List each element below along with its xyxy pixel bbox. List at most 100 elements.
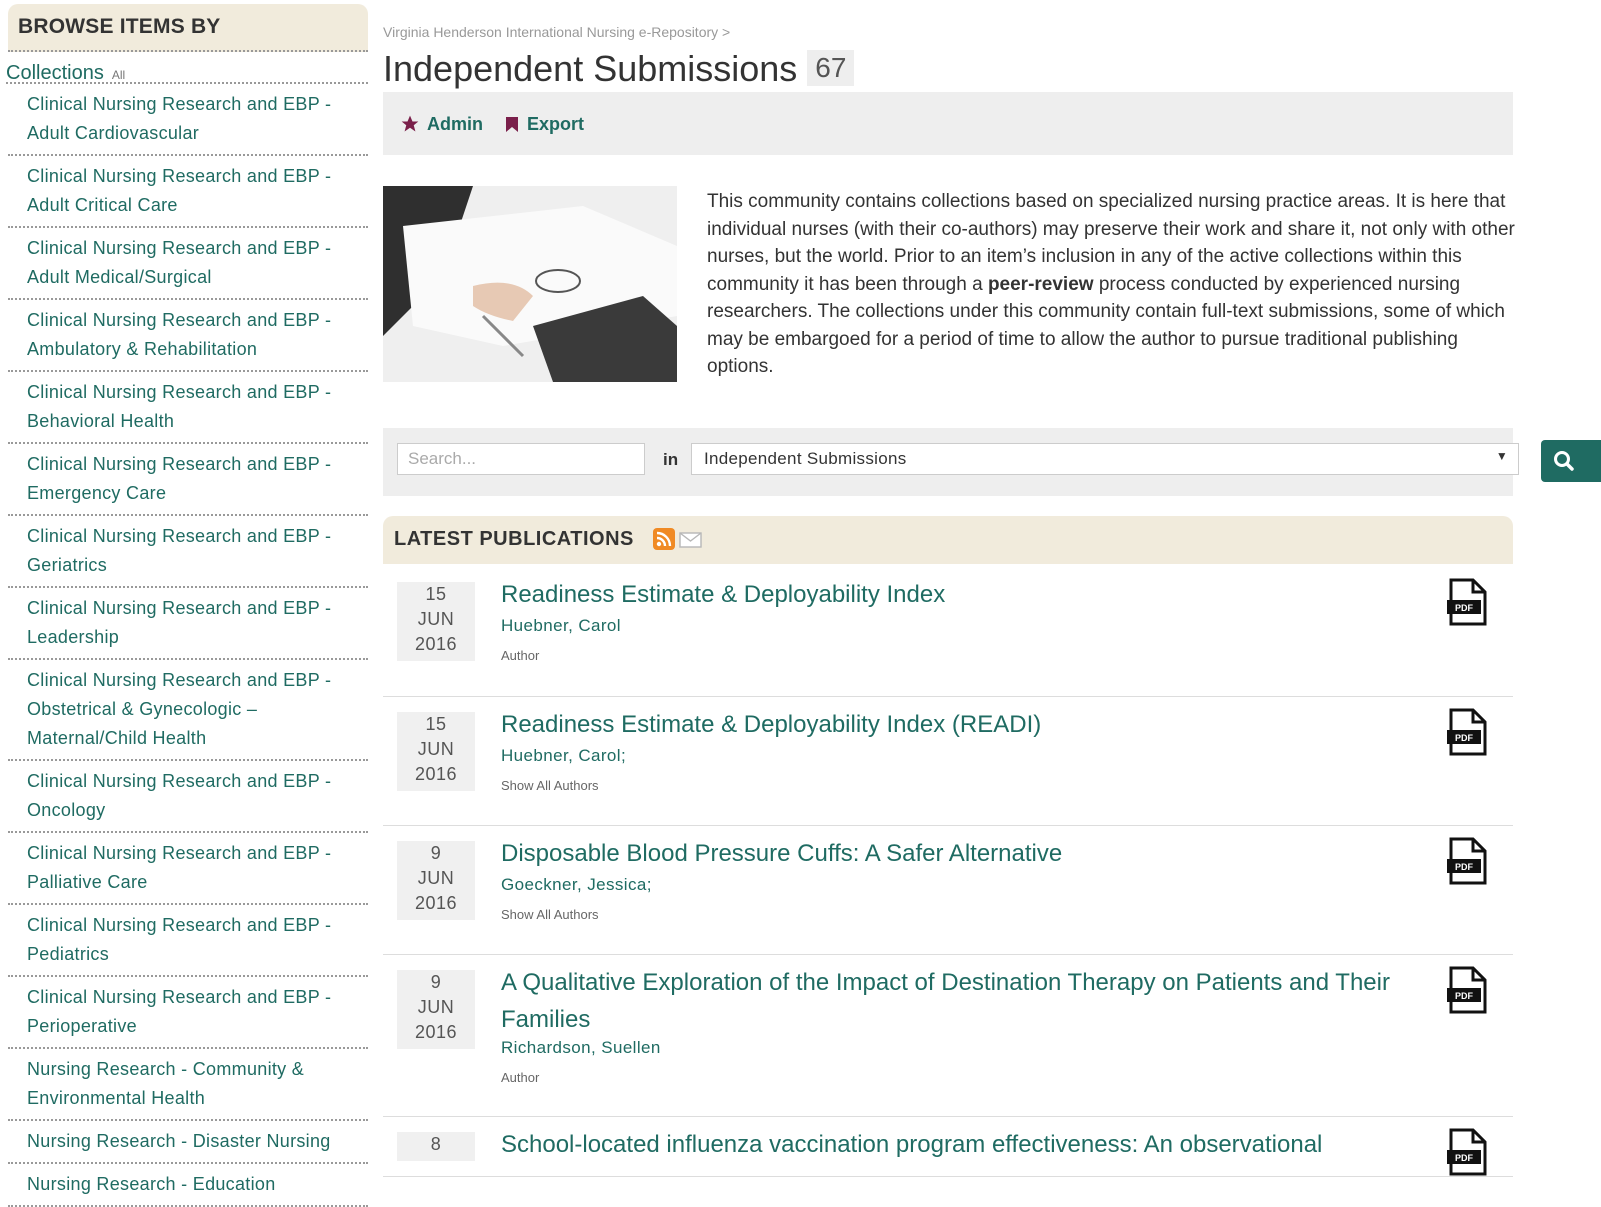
- sidebar-collection-label: Clinical Nursing Research and EBP -: [27, 310, 332, 330]
- svg-text:PDF: PDF: [1455, 862, 1474, 872]
- sidebar-collection-label: Nursing Research - Disaster Nursing: [27, 1131, 331, 1151]
- publication-author-link[interactable]: Richardson, Suellen: [501, 1038, 661, 1058]
- publication-title-link[interactable]: A Qualitative Exploration of the Impact …: [501, 964, 1411, 1038]
- sidebar-collection-link[interactable]: Clinical Nursing Research and EBP - Pedia…: [8, 905, 368, 977]
- sidebar-collection-link[interactable]: Nursing Research - Disaster Nursing: [8, 1121, 368, 1164]
- latest-publications-heading: LATEST PUBLICATIONS: [394, 528, 634, 550]
- publication-author-role[interactable]: Show All Authors: [501, 778, 599, 793]
- sidebar-collection-label: Adult Medical/Surgical: [27, 267, 212, 287]
- publication-title-link[interactable]: Readiness Estimate & Deployability Index…: [501, 706, 1411, 743]
- sidebar-collection-link[interactable]: Nursing Research - Community & Environmen…: [8, 1049, 368, 1121]
- description-bold: peer-review: [987, 273, 1094, 295]
- publication-author-link[interactable]: Huebner, Carol: [501, 616, 621, 636]
- date-day: 9: [430, 972, 442, 992]
- sidebar-collection-link[interactable]: Clinical Nursing Research and EBP - Perio…: [8, 977, 368, 1049]
- item-count-badge: 67: [807, 50, 855, 86]
- publication-author-role[interactable]: Show All Authors: [501, 907, 599, 922]
- publication-title-link[interactable]: Disposable Blood Pressure Cuffs: A Safer…: [501, 835, 1411, 872]
- browse-heading: BROWSE ITEMS BY: [8, 4, 368, 52]
- page-title: Independent Submissions 67: [383, 48, 855, 90]
- sidebar-collection-link[interactable]: Clinical Nursing Research and EBP - Obste…: [8, 660, 368, 761]
- export-link[interactable]: Export: [503, 114, 584, 135]
- publication-title-link[interactable]: School-located influenza vaccination pro…: [501, 1126, 1411, 1163]
- date-month: JUN: [417, 868, 455, 888]
- publication-row: 9 JUN 2016 A Qualitative Exploration of the…: [383, 954, 1513, 1117]
- email-icon[interactable]: [679, 530, 703, 550]
- search-input[interactable]: [397, 443, 645, 475]
- pdf-icon[interactable]: PDF: [1445, 966, 1489, 1014]
- scope-select[interactable]: Independent Submissions ▼: [691, 443, 1519, 475]
- sidebar-collection-label: Environmental Health: [27, 1088, 206, 1108]
- sidebar-collection-label: Clinical Nursing Research and EBP -: [27, 454, 332, 474]
- sidebar-collection-label: Leadership: [27, 627, 120, 647]
- sidebar-collection-label: Maternal/Child Health: [27, 728, 207, 748]
- sidebar-collection-label: Obstetrical & Gynecologic –: [27, 699, 258, 719]
- pdf-icon[interactable]: PDF: [1445, 708, 1489, 756]
- publication-author-role: Author: [501, 648, 540, 663]
- pdf-icon[interactable]: PDF: [1445, 578, 1489, 626]
- admin-link[interactable]: Admin: [399, 114, 483, 135]
- sidebar-collection-label: Clinical Nursing Research and EBP -: [27, 598, 332, 618]
- sidebar-collection-label: Adult Critical Care: [27, 195, 178, 215]
- search-button[interactable]: [1541, 440, 1601, 482]
- svg-text:PDF: PDF: [1455, 1153, 1474, 1163]
- sidebar-collection-label: Clinical Nursing Research and EBP -: [27, 94, 332, 114]
- feed-icons: [653, 528, 703, 555]
- collections-header: Collections All: [6, 52, 368, 84]
- sidebar-collection-label: Pediatrics: [27, 944, 110, 964]
- sidebar-collection-link[interactable]: Clinical Nursing Research and EBP - Palli…: [8, 833, 368, 905]
- publication-row: 9 JUN 2016 Disposable Blood Pressure Cuffs:…: [383, 825, 1513, 955]
- sidebar-collection-label: Geriatrics: [27, 555, 108, 575]
- pdf-icon[interactable]: PDF: [1445, 837, 1489, 885]
- community-description: This community contains collections base…: [707, 188, 1517, 381]
- sidebar-collection-label: Clinical Nursing Research and EBP -: [27, 987, 332, 1007]
- publication-author-link[interactable]: Goeckner, Jessica;: [501, 875, 652, 895]
- sidebar-collection-link[interactable]: Clinical Nursing Research and EBP - Adult…: [8, 84, 368, 156]
- svg-text:PDF: PDF: [1455, 991, 1474, 1001]
- date-year: 2016: [414, 634, 458, 654]
- publication-author-role: Author: [501, 1070, 540, 1085]
- publication-row: 15 JUN 2016 Readiness Estimate & Deployabil…: [383, 696, 1513, 826]
- all-collections-link[interactable]: All: [112, 68, 125, 82]
- date-day: 15: [425, 584, 447, 604]
- browse-sidebar: BROWSE ITEMS BY Collections All Clinical …: [6, 4, 368, 1207]
- collections-link[interactable]: Collections: [6, 62, 104, 84]
- sidebar-collection-link[interactable]: Nursing Research - Education: [8, 1164, 368, 1207]
- sidebar-collection-link[interactable]: Clinical Nursing Research and EBP - Ambul…: [8, 300, 368, 372]
- bookmark-icon: [506, 117, 518, 132]
- sidebar-collection-label: Oncology: [27, 800, 106, 820]
- sidebar-collection-link[interactable]: Clinical Nursing Research and EBP - Behav…: [8, 372, 368, 444]
- date-month: JUN: [417, 997, 455, 1017]
- scope-select-value: Independent Submissions: [704, 449, 907, 468]
- sidebar-collection-label: Clinical Nursing Research and EBP -: [27, 771, 332, 791]
- date-month: JUN: [417, 739, 455, 759]
- sidebar-collection-link[interactable]: Clinical Nursing Research and EBP - Adult…: [8, 156, 368, 228]
- publication-row: 8 School-located influenza vaccination pr…: [383, 1116, 1513, 1177]
- publication-date: 9 JUN 2016: [397, 841, 475, 920]
- sidebar-collection-label: Clinical Nursing Research and EBP -: [27, 166, 332, 186]
- publication-date: 8: [397, 1132, 475, 1161]
- date-day: 15: [425, 714, 447, 734]
- community-image: [383, 186, 677, 382]
- sidebar-collection-link[interactable]: Clinical Nursing Research and EBP - Leade…: [8, 588, 368, 660]
- admin-label: Admin: [427, 114, 483, 134]
- date-year: 2016: [414, 1022, 458, 1042]
- sidebar-collection-label: Ambulatory & Rehabilitation: [27, 339, 258, 359]
- rss-icon[interactable]: [653, 528, 675, 550]
- sidebar-collection-label: Nursing Research - Community &: [27, 1059, 305, 1079]
- search-bar: in Independent Submissions ▼: [383, 428, 1519, 496]
- publication-date: 9 JUN 2016: [397, 970, 475, 1049]
- publication-title-link[interactable]: Readiness Estimate & Deployability Index: [501, 576, 1411, 613]
- date-year: 2016: [414, 893, 458, 913]
- scope-in-label: in: [663, 450, 679, 469]
- breadcrumb[interactable]: Virginia Henderson International Nursing…: [383, 24, 730, 40]
- latest-publications-header: LATEST PUBLICATIONS: [383, 516, 1513, 564]
- chevron-down-icon: ▼: [1495, 449, 1508, 463]
- sidebar-collection-link[interactable]: Clinical Nursing Research and EBP - Emerg…: [8, 444, 368, 516]
- publication-author-link[interactable]: Huebner, Carol;: [501, 746, 626, 766]
- sidebar-collection-link[interactable]: Clinical Nursing Research and EBP - Adult…: [8, 228, 368, 300]
- sidebar-collection-link[interactable]: Clinical Nursing Research and EBP - Geria…: [8, 516, 368, 588]
- publication-date: 15 JUN 2016: [397, 712, 475, 791]
- publication-date: 15 JUN 2016: [397, 582, 475, 661]
- sidebar-collection-link[interactable]: Clinical Nursing Research and EBP - Oncol…: [8, 761, 368, 833]
